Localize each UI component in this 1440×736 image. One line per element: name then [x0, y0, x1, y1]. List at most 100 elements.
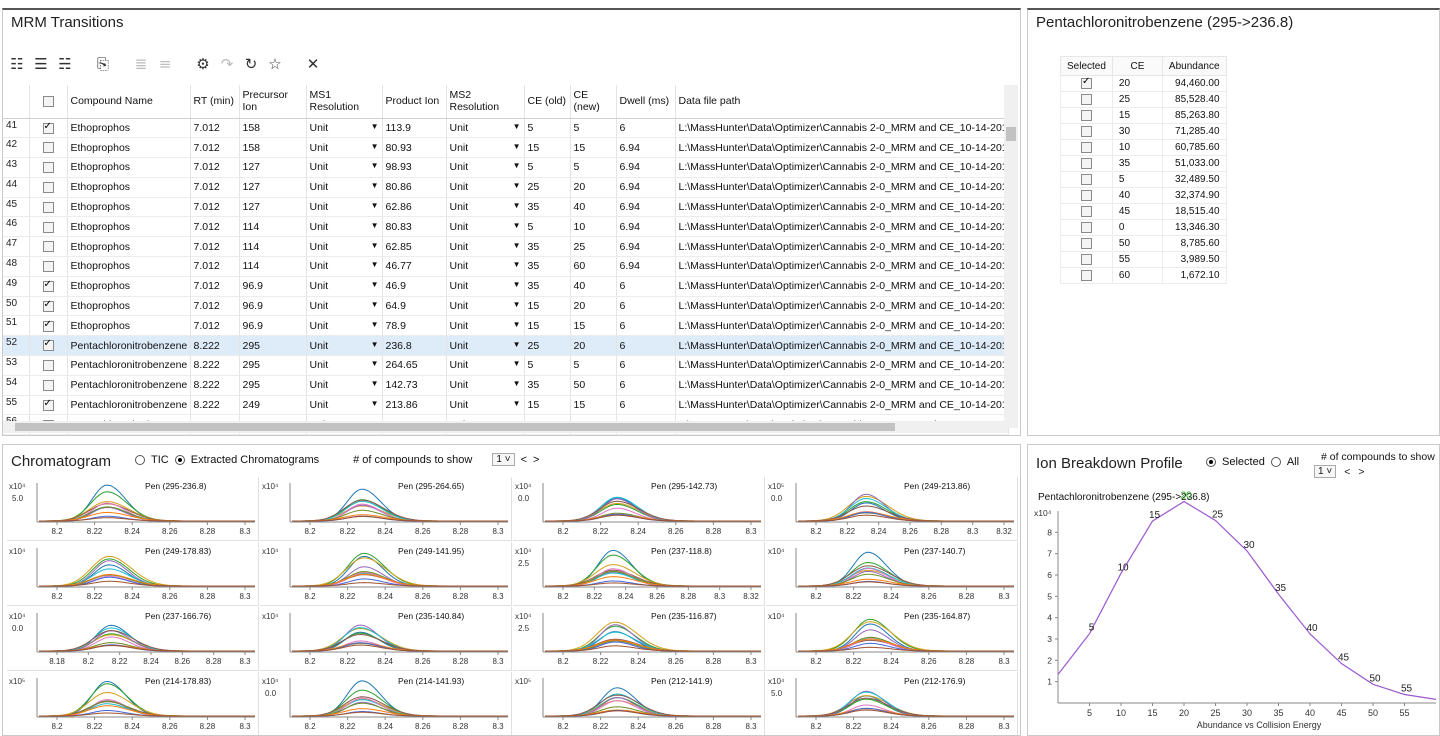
mrm-horizontal-scrollbar[interactable]: [3, 421, 1008, 433]
row-checkbox-box[interactable]: [42, 182, 54, 193]
ce-new-cell[interactable]: 20: [570, 296, 617, 317]
table-row[interactable]: 50 8,785.60: [1060, 235, 1227, 252]
col-ce-old[interactable]: CE (old): [524, 85, 571, 119]
ce-old-cell[interactable]: 35: [524, 236, 571, 258]
ce-old-cell[interactable]: 15: [524, 137, 571, 159]
ce-new-cell[interactable]: 20: [570, 335, 617, 357]
selected-cell[interactable]: [1060, 123, 1113, 140]
row-checkbox-box[interactable]: [42, 338, 54, 352]
selected-checkbox[interactable]: [1080, 93, 1092, 105]
path-cell[interactable]: L:\MassHunter\Data\Optimizer\Cannabis 2-…: [675, 197, 1009, 218]
ms1-cell[interactable]: Unit ▼: [306, 216, 383, 238]
table-row[interactable]: 45 18,515.40: [1060, 203, 1227, 220]
chromatogram-panel[interactable]: x10⁴ 5.0 Pen (212-176.9) 8.2 8.22 8.24 8.26 8.2…: [766, 672, 1018, 735]
precursor-cell[interactable]: 295: [239, 375, 307, 396]
fill-down-icon[interactable]: ≣: [131, 54, 151, 74]
dwell-cell[interactable]: 6: [616, 355, 676, 376]
table-row[interactable]: 53 Pentachloronitrobenzene 8.222 295 Unit ▼ 26…: [3, 355, 1009, 376]
ce-new-cell[interactable]: 40: [570, 197, 617, 218]
precursor-cell[interactable]: 96.9: [239, 276, 307, 297]
row-checkbox[interactable]: [29, 197, 68, 218]
ion-next-icon[interactable]: >: [1358, 466, 1364, 478]
ce-old-cell[interactable]: 35: [524, 276, 571, 297]
ms2-cell[interactable]: Unit ▼: [446, 157, 525, 178]
ms2-cell[interactable]: Unit ▼: [446, 315, 525, 337]
dwell-cell[interactable]: 6: [616, 395, 676, 416]
table-row[interactable]: 25 85,528.40: [1060, 91, 1227, 108]
selected-checkbox[interactable]: [1080, 173, 1092, 185]
ce-new-cell[interactable]: 15: [570, 395, 617, 416]
chevron-down-icon[interactable]: ▼: [513, 300, 521, 309]
col-precursor-ion[interactable]: Precursor Ion: [239, 85, 307, 119]
ce-old-cell[interactable]: 15: [524, 315, 571, 337]
compound-name-cell[interactable]: Ethoprophos: [67, 256, 191, 277]
selected-cell[interactable]: [1060, 187, 1113, 204]
row-number[interactable]: 42: [3, 137, 30, 159]
selected-checkbox[interactable]: [1080, 221, 1092, 233]
chevron-down-icon[interactable]: ▼: [371, 340, 379, 349]
selected-checkbox[interactable]: [1080, 189, 1092, 201]
row-number[interactable]: 46: [3, 216, 30, 238]
precursor-cell[interactable]: 114: [239, 216, 307, 238]
chevron-down-icon[interactable]: ▼: [513, 260, 521, 269]
chromatogram-panel[interactable]: x10⁴ Pen (235-140.84) 8.2 8.22 8.24 8.26 8.28 8…: [260, 607, 512, 671]
chevron-down-icon[interactable]: ▼: [513, 201, 521, 210]
rt-cell[interactable]: 7.012: [190, 177, 240, 198]
ms1-cell[interactable]: Unit ▼: [306, 236, 383, 258]
insert-row-icon[interactable]: ☷: [7, 54, 27, 74]
ion-prev-icon[interactable]: <: [1344, 466, 1350, 478]
row-checkbox[interactable]: [29, 315, 68, 337]
col-ce-new[interactable]: CE (new): [570, 85, 617, 119]
chromatogram-panel[interactable]: x10⁴ Pen (249-141.95) 8.2 8.22 8.24 8.26 8.28 8…: [260, 542, 512, 606]
product-cell[interactable]: 213.86: [382, 395, 447, 416]
mrm-vertical-scrollbar[interactable]: [1004, 85, 1018, 428]
row-checkbox[interactable]: [29, 118, 68, 139]
chromatogram-panel[interactable]: x10⁴ Pen (295-264.65) 8.2 8.22 8.24 8.26 8.28 8…: [260, 477, 512, 541]
dwell-cell[interactable]: 6.94: [616, 236, 676, 258]
row-number[interactable]: 44: [3, 177, 30, 198]
ms2-cell[interactable]: Unit ▼: [446, 197, 525, 218]
ms1-cell[interactable]: Unit ▼: [306, 335, 383, 357]
extracted-radio[interactable]: [174, 454, 185, 465]
table-row[interactable]: 2094,460.00: [1060, 75, 1227, 92]
rt-cell[interactable]: 8.222: [190, 375, 240, 396]
select-all-checkbox[interactable]: [29, 85, 68, 119]
chevron-down-icon[interactable]: ▼: [513, 142, 521, 151]
compound-name-cell[interactable]: Ethoprophos: [67, 296, 191, 317]
path-cell[interactable]: L:\MassHunter\Data\Optimizer\Cannabis 2-…: [675, 177, 1009, 198]
row-number[interactable]: 54: [3, 375, 30, 396]
rt-cell[interactable]: 8.222: [190, 355, 240, 376]
path-cell[interactable]: L:\MassHunter\Data\Optimizer\Cannabis 2-…: [675, 355, 1009, 376]
selected-checkbox[interactable]: [1080, 125, 1092, 137]
row-checkbox[interactable]: [29, 137, 68, 159]
ce-old-cell[interactable]: 15: [524, 395, 571, 416]
compound-name-cell[interactable]: Ethoprophos: [67, 118, 191, 139]
ce-new-cell[interactable]: 20: [570, 177, 617, 198]
ce-new-cell[interactable]: 5: [570, 118, 617, 139]
path-cell[interactable]: L:\MassHunter\Data\Optimizer\Cannabis 2-…: [675, 256, 1009, 277]
table-row[interactable]: 60 1,672.10: [1060, 267, 1227, 284]
ce-old-cell[interactable]: 35: [524, 375, 571, 396]
ms1-cell[interactable]: Unit ▼: [306, 118, 383, 139]
ce-new-cell[interactable]: 15: [570, 137, 617, 159]
compound-name-cell[interactable]: Pentachloronitrobenzene: [67, 395, 191, 416]
product-cell[interactable]: 62.86: [382, 197, 447, 218]
chevron-down-icon[interactable]: ▼: [371, 399, 379, 408]
ms2-cell[interactable]: Unit ▼: [446, 137, 525, 159]
table-row[interactable]: 55 Pentachloronitrobenzene 8.222 249 Unit ▼ 21…: [3, 395, 1009, 416]
refresh-icon[interactable]: ↻: [241, 54, 261, 74]
ce-old-cell[interactable]: 35: [524, 197, 571, 218]
compound-name-cell[interactable]: Ethoprophos: [67, 137, 191, 159]
selected-checkbox[interactable]: [1080, 253, 1092, 265]
chevron-down-icon[interactable]: ▼: [371, 201, 379, 210]
chevron-down-icon[interactable]: ▼: [371, 241, 379, 250]
ms1-cell[interactable]: Unit ▼: [306, 197, 383, 218]
precursor-cell[interactable]: 127: [239, 197, 307, 218]
row-number[interactable]: 50: [3, 296, 30, 317]
compound-name-cell[interactable]: Ethoprophos: [67, 236, 191, 258]
chevron-down-icon[interactable]: ▼: [371, 122, 379, 131]
table-row[interactable]: 40 32,374.90: [1060, 187, 1227, 204]
ce-new-cell[interactable]: 10: [570, 216, 617, 238]
row-checkbox[interactable]: [29, 355, 68, 376]
rt-cell[interactable]: 7.012: [190, 256, 240, 277]
